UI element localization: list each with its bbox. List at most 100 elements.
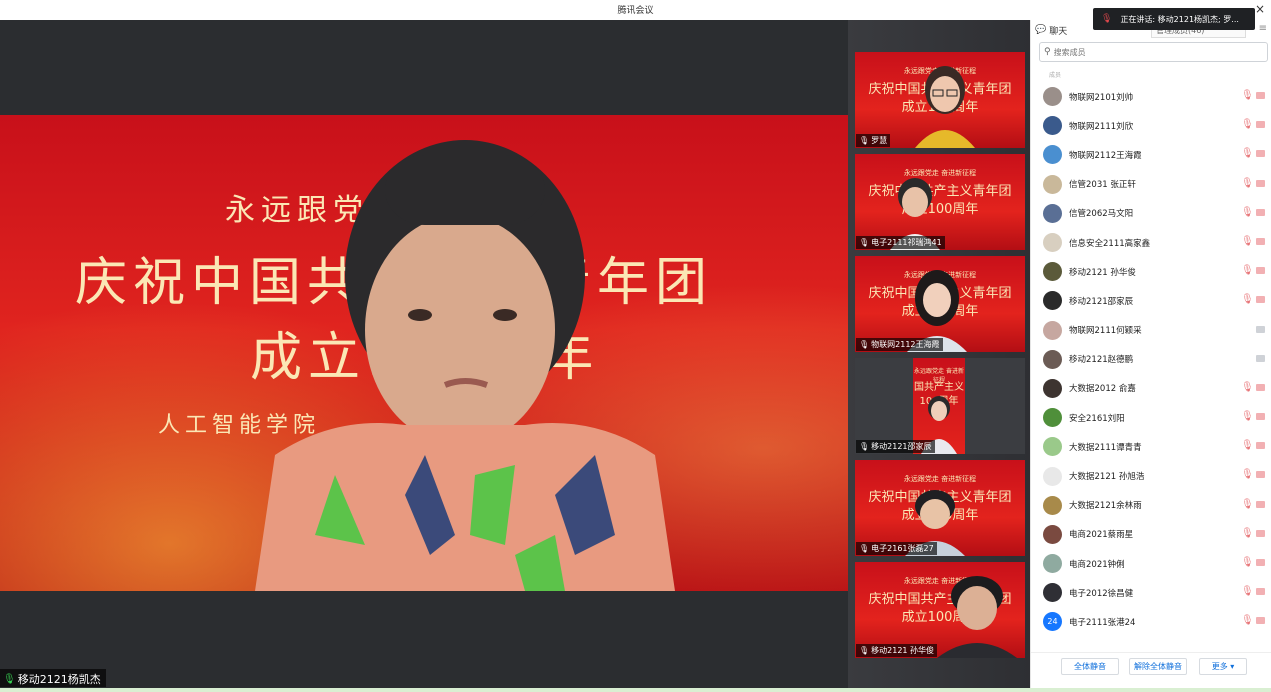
camera-off-icon[interactable]: [1256, 325, 1265, 333]
avatar: [1043, 87, 1062, 107]
member-row[interactable]: 电商2021钟俐 🎙: [1031, 549, 1271, 578]
search-input[interactable]: [1053, 47, 1254, 57]
camera-off-icon[interactable]: [1256, 471, 1265, 479]
unmute-all-button[interactable]: 解除全体静音: [1129, 658, 1187, 675]
mic-muted-icon[interactable]: 🎙: [1241, 295, 1254, 305]
mic-muted-icon[interactable]: 🎙: [1241, 236, 1254, 247]
camera-off-icon[interactable]: [1256, 121, 1265, 129]
member-row[interactable]: 信管2031 张正轩 🎙: [1031, 170, 1271, 199]
member-row[interactable]: 大数据2121 孙旭浩 🎙: [1031, 461, 1271, 490]
search-icon: ⚲: [1044, 47, 1051, 57]
mic-muted-icon[interactable]: 🎙: [1241, 412, 1254, 422]
thumb-bg-small: 永远跟党走 奋进新征程: [903, 169, 977, 177]
camera-off-icon[interactable]: [1256, 500, 1265, 508]
menu-icon[interactable]: ≡: [1259, 23, 1267, 34]
member-row[interactable]: 大数据2012 俞嘉 🎙: [1031, 374, 1271, 403]
camera-off-icon[interactable]: [1256, 208, 1265, 216]
member-row[interactable]: 物联网2101刘帅 🎙: [1031, 82, 1271, 111]
avatar: 24: [1043, 612, 1062, 632]
member-name: 电商2021钟俐: [1069, 559, 1125, 570]
mic-muted-icon[interactable]: 🎙: [1241, 587, 1254, 597]
mic-muted-icon[interactable]: 🎙: [1241, 149, 1254, 159]
member-row[interactable]: 移动2121赵德鹏: [1031, 345, 1271, 374]
mic-muted-icon[interactable]: 🎙: [1241, 178, 1254, 189]
thumb-name-label: 🎙 电子2111祁瑞鸿41: [856, 236, 945, 249]
camera-off-icon[interactable]: [1256, 413, 1265, 421]
mic-muted-icon[interactable]: 🎙: [1241, 470, 1254, 480]
member-name: 大数据2121余林雨: [1069, 501, 1142, 512]
avatar: [1043, 203, 1062, 223]
camera-off-icon[interactable]: [1256, 383, 1265, 391]
member-row[interactable]: 物联网2111何颖采: [1031, 316, 1271, 345]
member-row[interactable]: 大数据2111谭青青 🎙: [1031, 432, 1271, 461]
tab-chat[interactable]: 聊天: [1049, 24, 1067, 37]
mic-active-icon: 🎙: [3, 673, 16, 685]
member-row[interactable]: 移动2121 孙华俊 🎙: [1031, 257, 1271, 286]
participant-thumbnail[interactable]: 永远跟党走 奋进新征程 庆祝中国共产主义青年团 成立100周年 🎙罗慧: [855, 52, 1025, 148]
thumb-name-label: 🎙 罗慧: [856, 134, 891, 147]
camera-off-icon[interactable]: [1256, 150, 1265, 158]
mic-muted-icon[interactable]: 🎙: [1241, 441, 1254, 451]
mic-muted-icon[interactable]: 🎙: [1241, 120, 1254, 130]
mic-muted-icon[interactable]: 🎙: [1241, 266, 1254, 276]
camera-off-icon[interactable]: [1256, 588, 1265, 596]
camera-off-icon[interactable]: [1256, 296, 1265, 304]
mic-muted-icon[interactable]: 🎙: [1241, 207, 1254, 218]
avatar: [1043, 437, 1062, 457]
camera-off-icon[interactable]: [1256, 442, 1265, 450]
avatar: [1043, 291, 1062, 311]
speaking-toast: 🎙 正在讲话: 移动2121杨凯杰; 罗...: [1093, 8, 1255, 30]
mic-icon: 🎙: [1101, 14, 1113, 24]
mic-muted-icon[interactable]: 🎙: [1241, 558, 1254, 568]
thumbnail-column[interactable]: 永远跟党走 奋进新征程 庆祝中国共产主义青年团 成立100周年 🎙罗慧 永远跟党…: [848, 20, 1030, 688]
avatar: [1043, 378, 1062, 398]
camera-off-icon[interactable]: [1256, 529, 1265, 537]
member-name: 电商2021蔡雨星: [1069, 530, 1134, 541]
more-button[interactable]: 更多 ▾: [1199, 658, 1247, 675]
mic-icon: 🎙: [859, 544, 870, 553]
participant-thumbnail[interactable]: 永远跟党走 奋进新征程 庆祝中国共产主义青年团 成立100周年 🎙物联网2112…: [855, 256, 1025, 352]
member-row[interactable]: 电子2012徐昌健 🎙: [1031, 578, 1271, 607]
member-search[interactable]: ⚲: [1039, 42, 1268, 62]
member-row[interactable]: 信管2062马文阳 🎙: [1031, 199, 1271, 228]
camera-off-icon[interactable]: [1256, 354, 1265, 362]
speaker-name-label: 🎙 移动2121杨凯杰: [0, 669, 106, 687]
window-title: 腾讯会议: [617, 6, 654, 16]
participant-thumbnail[interactable]: 永远跟党走 奋进新征程 庆祝中国共产主义青年团 成立100周年 🎙电子2161张…: [855, 460, 1025, 556]
camera-off-icon[interactable]: [1256, 267, 1265, 275]
mic-icon: 🎙: [859, 136, 870, 145]
participant-thumbnail[interactable]: 永远跟党走 奋进新征程 庆祝中国共产主义青年团 成立100周年 🎙 移动2121 …: [855, 562, 1025, 658]
member-name: 移动2121赵德鹏: [1069, 355, 1134, 366]
member-row[interactable]: 安全2161刘阳 🎙: [1031, 403, 1271, 432]
camera-off-icon[interactable]: [1256, 92, 1265, 99]
member-row[interactable]: 信息安全2111高家鑫 🎙: [1031, 228, 1271, 257]
member-row[interactable]: 电商2021蔡雨星 🎙: [1031, 520, 1271, 549]
member-row[interactable]: 物联网2111刘欣 🎙: [1031, 111, 1271, 140]
mic-muted-icon[interactable]: 🎙: [1241, 499, 1254, 510]
avatar: [1043, 145, 1062, 165]
participant-thumbnail[interactable]: 永远跟党走 奋进新征程 庆祝中国共产主义青年团 成立100周年 🎙 电子2111祁…: [855, 154, 1025, 250]
participant-face: [937, 576, 1017, 658]
member-row[interactable]: 物联网2112王海霞 🎙: [1031, 140, 1271, 169]
member-name: 大数据2111谭青青: [1069, 442, 1142, 453]
participant-face: [915, 66, 975, 148]
member-row[interactable]: 移动2121邵家辰 🎙: [1031, 286, 1271, 315]
camera-off-icon[interactable]: [1256, 559, 1265, 566]
member-list[interactable]: 物联网2101刘帅 🎙 物联网2111刘欣 🎙 物联网2112王海霞 🎙 信管2031 张正…: [1031, 82, 1271, 645]
camera-off-icon[interactable]: [1256, 179, 1265, 187]
camera-off-icon[interactable]: [1256, 617, 1265, 625]
mic-muted-icon[interactable]: 🎙: [1241, 382, 1254, 393]
member-row[interactable]: 24 电子2111张港24 🎙: [1031, 607, 1271, 636]
mic-muted-icon[interactable]: 🎙: [1241, 91, 1254, 101]
mic-muted-icon[interactable]: 🎙: [1241, 616, 1254, 626]
member-name: 电子2111张港24: [1069, 617, 1136, 628]
participant-thumbnail[interactable]: 永远跟党走 奋进新征程 国共产主义 100周年 🎙移动2121邵家辰: [855, 358, 1025, 454]
thumb-bg-line2: 成立100周年: [901, 202, 979, 217]
title-bar: 腾讯会议 ×: [0, 0, 1271, 20]
mic-muted-icon[interactable]: 🎙: [1241, 528, 1254, 539]
member-name: 移动2121邵家辰: [1069, 296, 1134, 307]
close-icon[interactable]: ×: [1255, 2, 1265, 16]
camera-off-icon[interactable]: [1256, 237, 1265, 245]
member-row[interactable]: 大数据2121余林雨 🎙: [1031, 491, 1271, 520]
mute-all-button[interactable]: 全体静音: [1061, 658, 1119, 675]
